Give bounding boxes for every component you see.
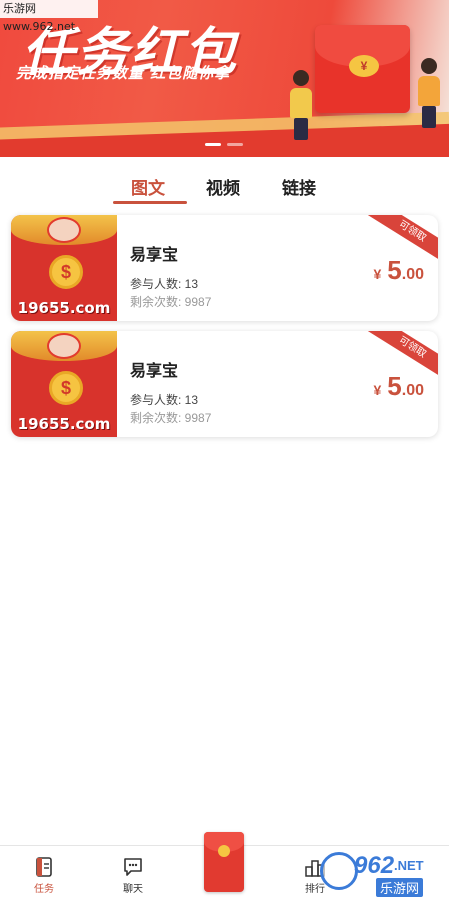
- reward-integer: 5: [387, 255, 402, 285]
- task-reward: ¥5.00: [373, 255, 424, 286]
- task-name: 易享宝: [130, 361, 179, 380]
- nav-item-tasks[interactable]: 任务: [19, 856, 69, 895]
- banner-person-illustration: [416, 58, 442, 128]
- carousel-dot[interactable]: [227, 143, 243, 146]
- content-type-tabs: 图文 视频 链接: [0, 170, 449, 206]
- task-remaining: 剩余次数: 9987: [130, 295, 212, 309]
- currency-symbol: ¥: [373, 266, 382, 282]
- thumbnail-site-text: 19655.com: [17, 299, 111, 317]
- nav-item-chat[interactable]: 聊天: [108, 856, 158, 895]
- tab-image-text[interactable]: 图文: [131, 174, 165, 199]
- yen-coin-icon: ¥: [349, 55, 379, 77]
- reward-decimal: .00: [401, 382, 424, 399]
- tab-link[interactable]: 链接: [282, 174, 316, 199]
- task-list-icon: [36, 857, 52, 877]
- chat-icon: [124, 858, 142, 876]
- nav-label: 任务: [34, 884, 54, 895]
- nav-label: 聊天: [123, 884, 143, 895]
- site-logo-watermark: 962 .NET 乐游网: [320, 850, 442, 897]
- banner-red-envelope-illustration: ¥: [315, 25, 410, 113]
- logo-cn-text: 乐游网: [376, 878, 424, 897]
- site-watermark: 乐游网 www.962.net: [0, 0, 98, 33]
- task-thumbnail: $ 19655.com: [11, 215, 117, 321]
- task-participants: 参与人数: 13: [130, 393, 199, 407]
- reward-integer: 5: [387, 371, 402, 401]
- currency-symbol: ¥: [373, 382, 382, 398]
- task-card[interactable]: $ 19655.com 易享宝 参与人数: 13 剩余次数: 9987 ¥5.0…: [11, 331, 438, 437]
- task-participants: 参与人数: 13: [130, 277, 199, 291]
- mouse-mascot-icon: [47, 217, 81, 243]
- carousel-dot[interactable]: [205, 143, 221, 146]
- red-envelope-button[interactable]: [204, 832, 244, 892]
- reward-decimal: .00: [401, 266, 424, 283]
- mouse-mascot-icon: [47, 333, 81, 359]
- dollar-coin-icon: $: [49, 371, 83, 405]
- active-tab-indicator: [113, 201, 187, 204]
- task-thumbnail: $ 19655.com: [11, 331, 117, 437]
- dollar-coin-icon: $: [49, 255, 83, 289]
- task-card[interactable]: $ 19655.com 易享宝 参与人数: 13 剩余次数: 9987 ¥5.0…: [11, 215, 438, 321]
- banner-person-illustration: [288, 70, 314, 140]
- banner-subtitle: 完成指定任务数量 红包随你拿: [16, 64, 231, 82]
- tab-video[interactable]: 视频: [206, 174, 240, 199]
- task-remaining: 剩余次数: 9987: [130, 411, 212, 425]
- thumbnail-site-text: 19655.com: [17, 415, 111, 433]
- task-reward: ¥5.00: [373, 371, 424, 402]
- carousel-indicator: [205, 143, 243, 146]
- task-name: 易享宝: [130, 245, 179, 264]
- logo-number: 962: [354, 852, 395, 879]
- logo-suffix: .NET: [394, 858, 424, 873]
